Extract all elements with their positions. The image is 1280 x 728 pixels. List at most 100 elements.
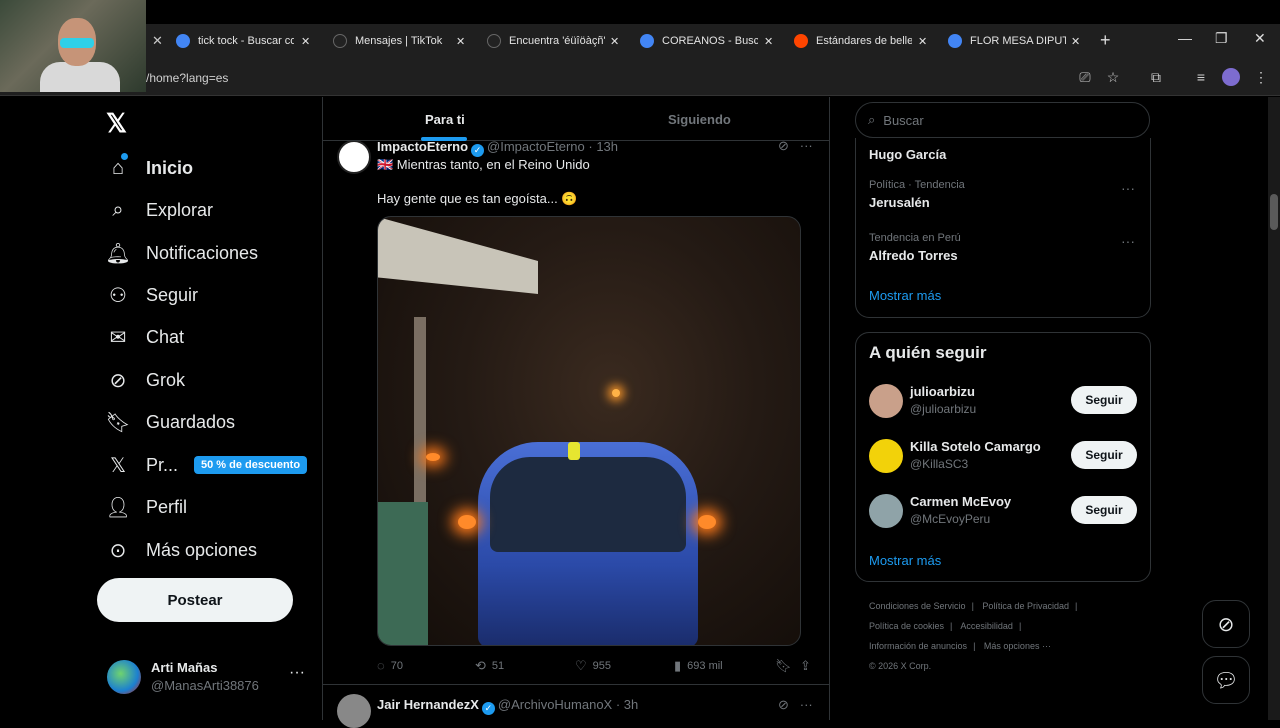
post-author-handle[interactable]: @ArchivoHumanoX (498, 697, 612, 712)
tab-title: COREANOS - Buscar (662, 35, 758, 47)
close-icon[interactable]: ✕ (918, 29, 927, 53)
footer-link-privacy[interactable]: Política de Privacidad (982, 601, 1069, 611)
post-video[interactable] (377, 216, 801, 646)
tab-title: FLOR MESA DIPUTADA (970, 35, 1066, 47)
url-text[interactable]: /home?lang=es (146, 71, 228, 85)
follow-button[interactable]: Seguir (1071, 441, 1137, 469)
nav-premium[interactable]: 𝕏 Pr... 50 % de descuento (106, 450, 308, 480)
browser-tab[interactable]: tick tock - Buscar con (176, 29, 294, 53)
post-time[interactable]: · 13h (588, 139, 618, 154)
star-icon[interactable]: ☆ (1104, 68, 1122, 86)
avatar[interactable] (337, 140, 371, 174)
follow-suggestion[interactable]: julioarbizu @julioarbizu Seguir (869, 384, 1139, 420)
tail-light (698, 515, 716, 529)
post-author-name[interactable]: Jair HernandezX (377, 697, 479, 712)
show-more-link[interactable]: Mostrar más (869, 288, 941, 303)
new-tab-button[interactable]: + (1100, 30, 1111, 51)
close-icon[interactable]: ✕ (301, 29, 310, 53)
post-author-handle[interactable]: @ImpactoEterno (487, 139, 585, 154)
close-icon[interactable]: ✕ (764, 29, 773, 53)
avatar[interactable] (337, 694, 371, 728)
chat-bubble-icon: 💬︎ (1213, 669, 1239, 692)
tab-for-you[interactable]: Para ti (425, 112, 465, 127)
footer-link-terms[interactable]: Condiciones de Servicio (869, 601, 966, 611)
like-button[interactable]: ♡ 955 (575, 658, 611, 674)
follow-suggestion[interactable]: Killa Sotelo Camargo @KillaSC3 Seguir (869, 439, 1139, 475)
footer-separator: | (950, 621, 953, 631)
browser-tab[interactable]: ✕ (152, 29, 177, 53)
nav-grok[interactable]: ⊘ Grok (106, 365, 185, 395)
webcam-person-shirt (40, 62, 120, 92)
scrollbar-thumb[interactable] (1270, 194, 1278, 230)
nav-explore[interactable]: ⌕ Explorar (106, 195, 213, 225)
trend-item[interactable]: Tendencia en Perú Alfredo Torres (869, 232, 961, 263)
install-app-icon[interactable]: ⎚ (1076, 68, 1094, 86)
avatar[interactable] (869, 384, 903, 418)
more-icon[interactable]: ··· (800, 697, 813, 712)
footer-link-accessibility[interactable]: Accesibilidad (960, 621, 1013, 631)
nav-home[interactable]: ⌂ Inicio (106, 153, 193, 183)
browser-tab[interactable]: FLOR MESA DIPUTADA (948, 29, 1066, 53)
messages-button[interactable]: 💬︎ (1202, 656, 1250, 704)
tab-following[interactable]: Siguiendo (668, 112, 731, 127)
trend-item[interactable]: Hugo García (869, 143, 946, 162)
more-icon[interactable]: ··· (289, 664, 305, 682)
nav-chat[interactable]: ✉ Chat (106, 322, 184, 352)
nav-notifications[interactable]: 🔔︎ Notificaciones (105, 238, 258, 268)
footer-link-ads[interactable]: Información de anuncios (869, 641, 967, 651)
bookmark-button[interactable]: 🔖︎ (775, 658, 798, 674)
close-window-button[interactable]: ✕ (1254, 30, 1266, 47)
more-icon[interactable]: ··· (1121, 180, 1135, 196)
media-icon[interactable]: ≡ (1192, 68, 1210, 86)
browser-tab[interactable]: COREANOS - Buscar (640, 29, 758, 53)
maximize-button[interactable]: ❐ (1215, 30, 1228, 47)
extensions-icon[interactable]: ⧉ (1147, 68, 1165, 86)
browser-tab[interactable]: Mensajes | TikTok (333, 29, 451, 53)
trend-item[interactable]: Política · Tendencia Jerusalén (869, 179, 965, 210)
verified-icon: ✓ (481, 702, 495, 715)
account-switcher[interactable]: Arti Mañas @ManasArti38876 ··· (107, 658, 307, 698)
minimize-button[interactable]: — (1178, 30, 1192, 46)
close-icon[interactable]: ✕ (152, 33, 163, 49)
post-author-name[interactable]: ImpactoEterno (377, 139, 468, 154)
search-box[interactable]: ⌕ (855, 102, 1150, 138)
footer-link-cookies[interactable]: Política de cookies (869, 621, 944, 631)
avatar[interactable] (869, 494, 903, 528)
footer-link-more[interactable]: Más opciones ··· (984, 641, 1051, 651)
street-light (612, 389, 620, 397)
scrollbar[interactable] (1268, 97, 1280, 720)
repost-button[interactable]: ⟲ 51 (475, 658, 504, 674)
follow-suggestion[interactable]: Carmen McEvoy @McEvoyPeru Seguir (869, 494, 1139, 530)
nav-bookmarks[interactable]: 🔖︎ Guardados (105, 407, 235, 437)
follow-button[interactable]: Seguir (1071, 386, 1137, 414)
tab-title: Estándares de belleza (816, 35, 912, 47)
close-icon[interactable]: ✕ (1071, 29, 1080, 53)
nav-profile[interactable]: 👤︎ Perfil (105, 492, 187, 522)
close-icon[interactable]: ✕ (610, 29, 619, 53)
share-button[interactable]: ⇪ (800, 658, 817, 674)
post-button[interactable]: Postear (97, 578, 293, 622)
grok-icon[interactable]: ⊘ (778, 697, 789, 712)
nav-label: Explorar (146, 199, 214, 220)
reply-button[interactable]: ◌ 70 (377, 658, 403, 673)
browser-tab[interactable]: Estándares de belleza (794, 29, 912, 53)
trend-title: Alfredo Torres (869, 248, 958, 263)
show-more-link[interactable]: Mostrar más (869, 553, 941, 568)
nav-follow[interactable]: ⚇ Seguir (106, 280, 198, 310)
nav-more[interactable]: ⊙ Más opciones (106, 535, 257, 565)
close-icon[interactable]: ✕ (456, 29, 465, 53)
x-logo-icon[interactable]: 𝕏 (106, 108, 127, 139)
post-time[interactable]: · 3h (616, 697, 638, 712)
follow-button[interactable]: Seguir (1071, 496, 1137, 524)
discount-badge[interactable]: 50 % de descuento (194, 456, 308, 474)
profile-icon[interactable] (1222, 68, 1240, 86)
menu-icon[interactable]: ⋮ (1252, 68, 1270, 86)
views-button[interactable]: ▮ 693 mil (674, 658, 723, 674)
suggestion-handle: @julioarbizu (910, 402, 977, 416)
view-count: 693 mil (687, 660, 723, 672)
search-input[interactable] (883, 112, 1124, 128)
browser-tab[interactable]: Encuentra 'éüîöàçñ' ... (487, 29, 605, 53)
more-icon[interactable]: ··· (1121, 233, 1135, 249)
grok-button[interactable]: ⊘ (1202, 600, 1250, 648)
avatar[interactable] (869, 439, 903, 473)
